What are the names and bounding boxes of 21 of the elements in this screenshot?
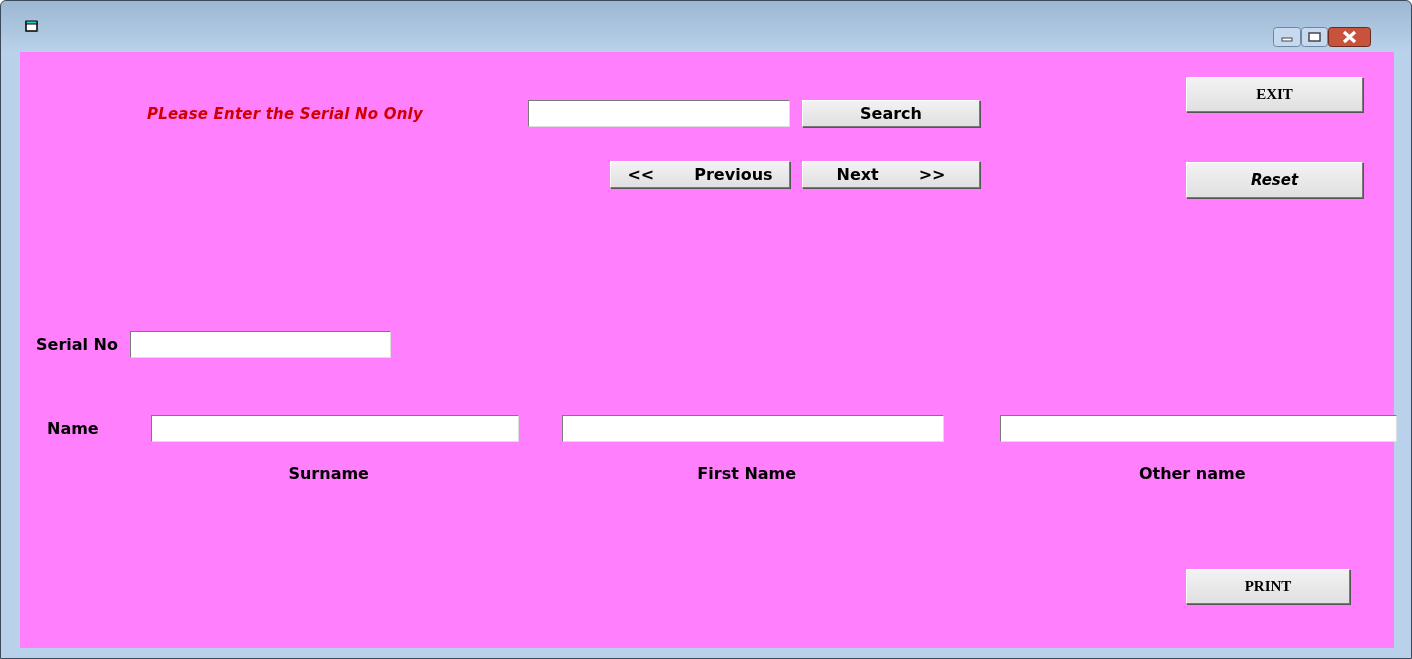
window-icon xyxy=(25,20,40,33)
exit-button[interactable]: EXIT xyxy=(1186,77,1363,112)
name-part-field[interactable] xyxy=(150,415,519,442)
name-part-caption: Surname xyxy=(288,465,369,483)
search-prompt: PLease Enter the Serial No Only xyxy=(147,104,424,123)
name-label: Name xyxy=(47,418,99,440)
name-part-field[interactable] xyxy=(561,415,944,442)
name-part-caption: First Name xyxy=(697,465,797,483)
serial-no-field[interactable] xyxy=(130,331,391,358)
print-button[interactable]: PRINT xyxy=(1186,569,1350,604)
serial-no-label: Serial No xyxy=(36,335,118,354)
name-part-caption: Other name xyxy=(1138,465,1246,483)
serial-search-field[interactable] xyxy=(528,100,790,127)
reset-button[interactable]: Reset xyxy=(1186,162,1363,198)
maximize-icon[interactable] xyxy=(1301,27,1328,47)
minimize-icon[interactable] xyxy=(1273,27,1301,47)
name-part-field[interactable] xyxy=(999,415,1397,442)
close-icon[interactable] xyxy=(1328,27,1371,47)
next-button[interactable]: Next >> xyxy=(802,161,980,188)
previous-button[interactable]: << Previous xyxy=(610,161,790,188)
search-button[interactable]: Search xyxy=(802,100,980,127)
